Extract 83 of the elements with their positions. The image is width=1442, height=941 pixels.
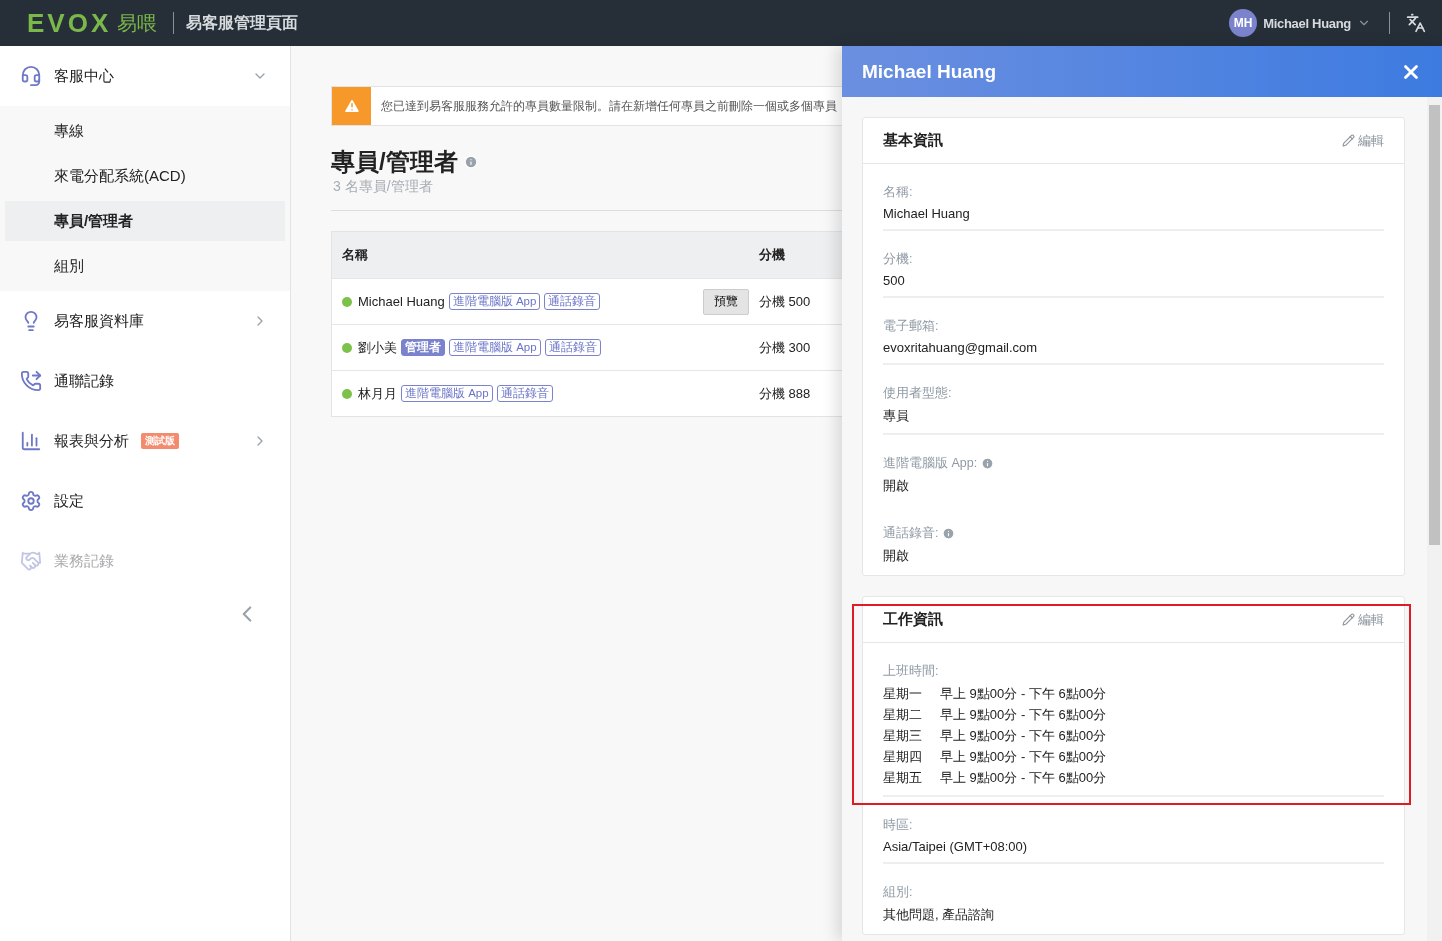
panel-title: Michael Huang <box>862 60 997 83</box>
info-icon[interactable] <box>981 457 995 470</box>
work-hours: 早上 9點00分 - 下午 6點00分 <box>940 769 1107 787</box>
field-label: 名稱: <box>883 184 913 201</box>
work-hours: 早上 9點00分 - 下午 6點00分 <box>940 706 1107 724</box>
tag: 通話錄音 <box>544 293 601 310</box>
sidebar-subitem[interactable]: 來電分配系統(ACD) <box>5 156 285 196</box>
sidebar-item-label: 報表與分析 <box>54 431 129 451</box>
info-icon[interactable] <box>463 155 478 169</box>
tag: 進階電腦版 App <box>401 385 493 402</box>
column-header: 名稱 <box>342 246 369 264</box>
app-title: 易客服管理頁面 <box>186 12 299 33</box>
sidebar-item-icon <box>20 490 42 512</box>
agent-name: Michael Huang <box>358 294 445 309</box>
sidebar-item[interactable]: 通聯記錄 <box>0 351 290 411</box>
tag: 通話錄音 <box>544 339 601 356</box>
tag: 進階電腦版 App <box>448 293 541 310</box>
sidebar-item[interactable]: 設定 <box>0 471 290 531</box>
logo-text: 易喂 <box>117 10 158 36</box>
table-cell-text: 分機 888 <box>759 384 812 403</box>
weekday: 星期二 <box>883 706 923 724</box>
field-label: 通話錄音: <box>883 525 939 542</box>
sidebar-item-icon <box>20 550 42 572</box>
sidebar-subitem[interactable]: 組別 <box>5 246 285 286</box>
sidebar-subitem[interactable]: 專員/管理者 <box>5 201 285 241</box>
sidebar-item-icon <box>20 370 42 392</box>
sidebar-item-label: 易客服資料庫 <box>54 311 144 331</box>
sidebar-item[interactable]: 客服中心 <box>0 46 290 106</box>
tag: 通話錄音 <box>496 385 553 402</box>
table-cell-text: 分機 300 <box>759 338 812 357</box>
scrollbar[interactable] <box>1427 97 1442 941</box>
sidebar-item-label: 客服中心 <box>54 66 114 86</box>
weekday: 星期三 <box>883 727 923 745</box>
sidebar-item-label: 設定 <box>54 491 84 511</box>
tag: 管理者 <box>401 339 445 356</box>
field-label: 分機: <box>883 251 913 268</box>
section-title: 工作資訊 <box>883 610 943 629</box>
beta-badge: 測試版 <box>141 433 179 449</box>
user-avatar[interactable]: MH <box>1229 9 1258 37</box>
agent-name: 劉小美 <box>358 338 397 357</box>
field-value: 開啟 <box>883 477 910 495</box>
field-label: 進階電腦版 App: <box>883 455 978 472</box>
warning-text: 您已達到易客服服務允許的專員數量限制。請在新增任何專員之前刪除一個或多個專員 <box>380 97 837 115</box>
table-cell-text: 分機 500 <box>759 292 812 311</box>
field-label: 時區: <box>883 817 913 834</box>
field-value: Asia/Taipei (GMT+08:00) <box>883 839 1029 854</box>
field-value: 500 <box>883 273 906 288</box>
page-subtitle: 3 名專員/管理者 <box>333 178 434 196</box>
field-value: 開啟 <box>883 547 910 565</box>
field-value: 專員 <box>883 407 910 425</box>
field-value: evoxritahuang@gmail.com <box>883 340 1039 355</box>
page-title: 專員/管理者 <box>331 147 458 177</box>
sidebar-item-label: 業務記錄 <box>54 551 114 571</box>
sidebar-item-icon <box>20 430 42 452</box>
user-name[interactable]: Michael Huang <box>1263 15 1351 31</box>
work-hours: 早上 9點00分 - 下午 6點00分 <box>940 685 1107 703</box>
work-hours: 早上 9點00分 - 下午 6點00分 <box>940 727 1107 745</box>
column-header: 分機 <box>759 246 786 264</box>
sidebar-item[interactable]: 報表與分析 測試版 <box>0 411 290 471</box>
work-hours: 早上 9點00分 - 下午 6點00分 <box>940 748 1107 766</box>
pencil-icon <box>1342 134 1355 147</box>
preview-button[interactable]: 預覽 <box>703 288 749 315</box>
field-label: 使用者型態: <box>883 385 952 402</box>
tag: 進階電腦版 App <box>449 339 541 356</box>
field-label: 電子郵箱: <box>883 318 939 335</box>
weekday: 星期五 <box>883 769 923 787</box>
language-icon[interactable] <box>1406 13 1426 33</box>
sidebar-item-icon <box>20 65 42 87</box>
sidebar-item[interactable]: 易客服資料庫 <box>0 291 290 351</box>
sidebar-item-label: 通聯記錄 <box>54 371 114 391</box>
info-icon[interactable] <box>942 527 956 540</box>
field-label: 組別: <box>883 884 913 901</box>
weekday: 星期四 <box>883 748 923 766</box>
logo: EVOX <box>27 7 112 39</box>
field-label: 上班時間: <box>883 663 939 680</box>
pencil-icon <box>1342 613 1355 626</box>
field-value: 其他問題, 產品諮詢 <box>883 906 996 924</box>
sidebar-subitem[interactable]: 專線 <box>5 111 285 151</box>
weekday: 星期一 <box>883 685 923 703</box>
section-title: 基本資訊 <box>883 131 943 150</box>
field-value: Michael Huang <box>883 206 971 221</box>
warning-icon <box>342 97 361 115</box>
agent-name: 林月月 <box>358 384 397 403</box>
